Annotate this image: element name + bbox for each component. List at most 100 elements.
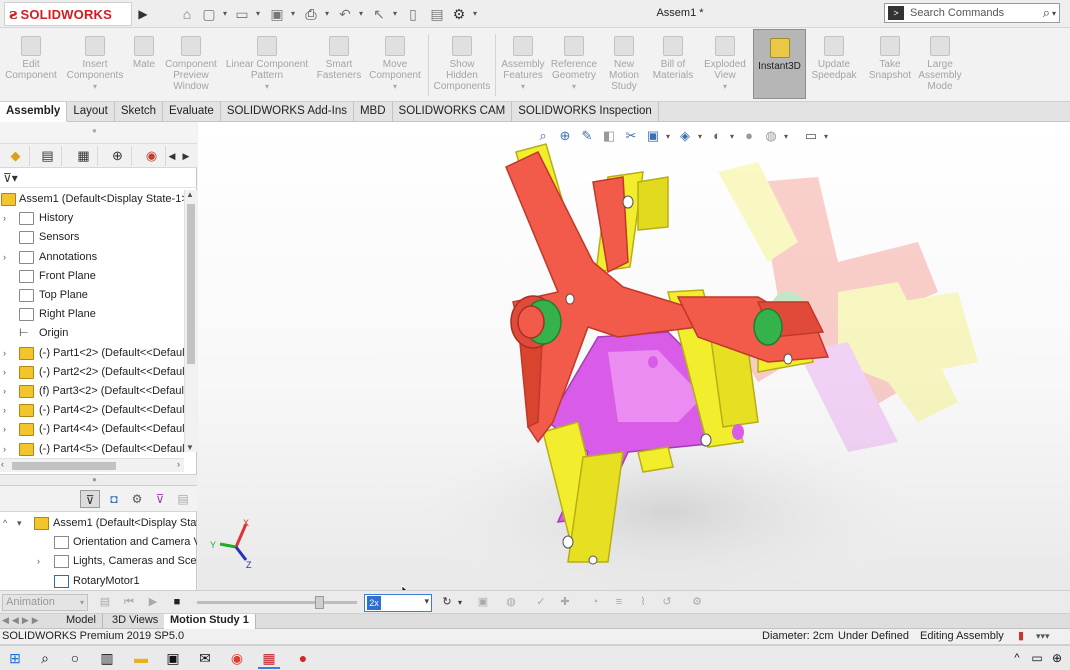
- windows-start-icon[interactable]: ⊞: [4, 648, 26, 669]
- tab-solidworks-cam[interactable]: SOLIDWORKS CAM: [393, 102, 513, 122]
- save-dropdown-icon[interactable]: ▾: [289, 4, 297, 24]
- rebuild-status-icon[interactable]: ▮: [1018, 629, 1024, 644]
- scrollbar-thumb[interactable]: [12, 462, 116, 470]
- expand-icon[interactable]: ›: [37, 552, 47, 571]
- print-dropdown-icon[interactable]: ▾: [323, 4, 331, 24]
- tree-item-annotations[interactable]: › Annotations: [0, 248, 184, 267]
- tree-item-top-plane[interactable]: Top Plane: [0, 286, 184, 305]
- file-explorer-icon[interactable]: ▬: [130, 648, 152, 669]
- home-icon[interactable]: ⌂: [178, 4, 196, 24]
- chevron-down-icon[interactable]: ▾: [265, 82, 269, 91]
- open-dropdown-icon[interactable]: ▾: [254, 4, 262, 24]
- solidworks-logo[interactable]: ƨ SOLIDWORKS: [4, 2, 132, 26]
- dimxpert-tab-icon[interactable]: ⊕: [104, 146, 132, 166]
- chevron-down-icon[interactable]: ▾: [93, 82, 97, 91]
- search-icon[interactable]: ⌕: [1043, 5, 1050, 21]
- chevron-down-icon[interactable]: ▾: [521, 82, 525, 91]
- move-component-button[interactable]: Move Component ▾: [366, 28, 424, 100]
- playback-slider[interactable]: [197, 596, 357, 609]
- tab-evaluate[interactable]: Evaluate: [163, 102, 221, 122]
- tree-item-right-plane[interactable]: Right Plane: [0, 305, 184, 324]
- save-icon[interactable]: ▣: [268, 4, 286, 24]
- filter-driving-icon[interactable]: ◘: [104, 490, 124, 508]
- chevron-down-icon[interactable]: ▾: [393, 82, 397, 91]
- filter-icon[interactable]: ⊽▾: [3, 171, 18, 185]
- motor-icon[interactable]: ◔: [586, 594, 604, 611]
- property-manager-tab-icon[interactable]: ▤: [34, 146, 62, 166]
- save-animation-icon[interactable]: ▣: [474, 594, 492, 611]
- menu-expand-icon[interactable]: ▶: [136, 4, 150, 24]
- tab-layout[interactable]: Layout: [67, 102, 115, 122]
- chevron-down-icon[interactable]: ▾: [723, 82, 727, 91]
- panel-tabs-right-icon[interactable]: ▶: [180, 146, 192, 166]
- calculate-icon[interactable]: ▤: [96, 594, 114, 611]
- autokey-icon[interactable]: ✓: [532, 594, 550, 611]
- motion-tree-orientation[interactable]: Orientation and Camera Vi: [0, 533, 197, 552]
- rebuild-icon[interactable]: ▯: [404, 4, 422, 24]
- scroll-up-icon[interactable]: ▲: [186, 190, 194, 199]
- scroll-left-icon[interactable]: ‹: [1, 459, 4, 469]
- instant3d-button[interactable]: Instant3D: [753, 29, 806, 99]
- mail-icon[interactable]: ✉: [194, 648, 216, 669]
- panel-tabs-left-icon[interactable]: ◀: [166, 146, 178, 166]
- splitter-grip-icon[interactable]: ●: [92, 475, 97, 484]
- expand-icon[interactable]: ›: [3, 248, 13, 267]
- graphics-area[interactable]: ⌕ ⊕ ✎ ◧ ✂ ▣ ▾ ◈ ▾ ◐ ▾ ● ◍ ▾ ▭ ▾ X Y Z: [198, 122, 1070, 590]
- tree-item-origin[interactable]: ⊢ Origin: [0, 324, 184, 343]
- undo-dropdown-icon[interactable]: ▾: [357, 4, 365, 24]
- take-snapshot-button[interactable]: Take Snapshot: [864, 28, 916, 100]
- expand-icon[interactable]: ›: [3, 401, 13, 420]
- collapse-icon[interactable]: ▾: [17, 514, 27, 533]
- expand-icon[interactable]: ›: [3, 420, 13, 439]
- tree-item-sensors[interactable]: Sensors: [0, 228, 184, 247]
- panel-splitter[interactable]: ●: [0, 474, 197, 486]
- play-from-start-icon[interactable]: ⏮: [120, 594, 138, 611]
- language-globe-icon[interactable]: ⊕: [1046, 648, 1068, 669]
- cortana-icon[interactable]: ○: [64, 648, 86, 669]
- edit-component-button[interactable]: Edit Component: [2, 28, 60, 100]
- chevron-down-icon[interactable]: ▾: [572, 82, 576, 91]
- assembly-features-button[interactable]: Assembly Features ▾: [498, 28, 548, 100]
- tab-3d-views[interactable]: 3D Views: [106, 614, 166, 629]
- tree-item-history[interactable]: › History: [0, 209, 184, 228]
- scroll-down-icon[interactable]: ▼: [186, 443, 194, 452]
- tab-navigation-icon[interactable]: ◀◀▶▶: [2, 615, 42, 626]
- tab-solidworks-add-ins[interactable]: SOLIDWORKS Add-Ins: [221, 102, 354, 122]
- chevron-down-icon[interactable]: ▾: [424, 596, 429, 607]
- component-preview-window-button[interactable]: Component Preview Window: [162, 28, 220, 100]
- expand-icon[interactable]: ›: [3, 344, 13, 363]
- motion-study-properties-icon[interactable]: ⚙: [688, 594, 706, 611]
- search-icon[interactable]: ⌕: [34, 648, 56, 669]
- damper-icon[interactable]: ⌇: [634, 594, 652, 611]
- spring-icon[interactable]: ≡: [610, 594, 628, 611]
- stop-icon[interactable]: ■: [168, 594, 186, 611]
- filter-animated-icon[interactable]: ⊽: [80, 490, 100, 508]
- tree-item-part4-5[interactable]: › (-) Part4<5> (Default<<Default: [0, 440, 184, 459]
- scroll-right-icon[interactable]: ›: [177, 459, 180, 469]
- options-gear-icon[interactable]: ⚙: [450, 4, 468, 24]
- update-speedpak-button[interactable]: Update Speedpak: [808, 28, 860, 100]
- search-dropdown-icon[interactable]: ▾: [1052, 9, 1056, 18]
- expand-icon[interactable]: ›: [3, 440, 13, 459]
- tab-motion-study-1[interactable]: Motion Study 1: [164, 614, 256, 629]
- expand-icon[interactable]: ›: [3, 209, 13, 228]
- filter-selected-icon[interactable]: ⚙: [127, 490, 147, 508]
- tab-sketch[interactable]: Sketch: [115, 102, 164, 122]
- feature-manager-tab-icon[interactable]: ◆: [2, 146, 30, 166]
- linear-component-pattern-button[interactable]: Linear Component Pattern ▾: [222, 28, 312, 100]
- tree-item-front-plane[interactable]: Front Plane: [0, 267, 184, 286]
- select-dropdown-icon[interactable]: ▾: [391, 4, 399, 24]
- tree-item-part4-4[interactable]: › (-) Part4<4> (Default<<Default: [0, 420, 184, 439]
- solidworks-taskbar-icon[interactable]: ▦: [258, 648, 280, 669]
- tree-item-part3-2[interactable]: › (f) Part3<2> (Default<<Default: [0, 382, 184, 401]
- configuration-manager-tab-icon[interactable]: ▦: [70, 146, 98, 166]
- tab-mbd[interactable]: MBD: [354, 102, 393, 122]
- file-properties-icon[interactable]: ▤: [428, 4, 446, 24]
- tab-assembly[interactable]: Assembly: [0, 102, 68, 122]
- chrome-icon[interactable]: ◉: [226, 648, 248, 669]
- filter-results-icon[interactable]: ⊽: [150, 490, 170, 508]
- insert-components-button[interactable]: Insert Components ▾: [64, 28, 126, 100]
- animation-wizard-icon[interactable]: ◍: [502, 594, 520, 611]
- chevron-down-icon[interactable]: ▾: [456, 594, 464, 611]
- smart-fasteners-button[interactable]: Smart Fasteners: [312, 28, 366, 100]
